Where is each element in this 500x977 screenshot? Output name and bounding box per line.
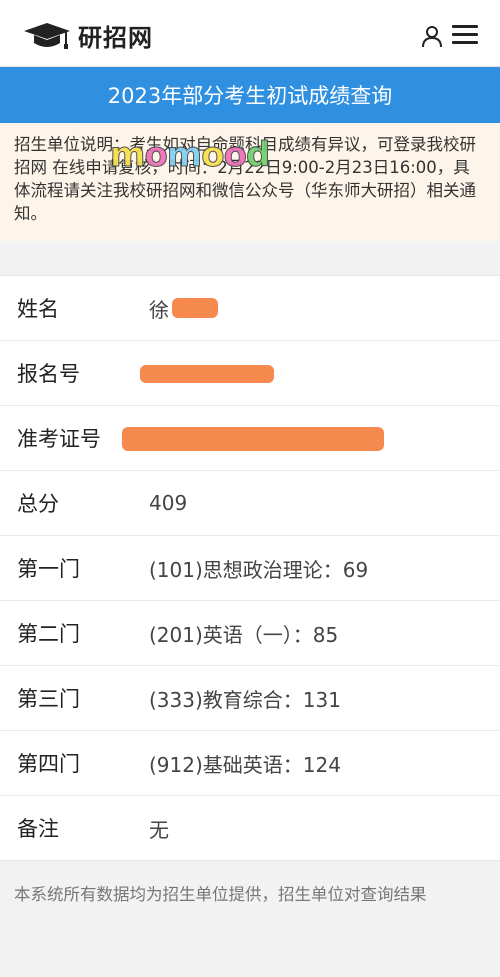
label-total-score: 总分 <box>17 492 59 516</box>
page-title: 2023年部分考生初试成绩查询 <box>107 84 393 108</box>
label-subject-3: 第三门 <box>17 687 80 711</box>
value-subject-1: (101)思想政治理论：69 <box>149 557 369 582</box>
row-subject-4: 第四门 (912)基础英语：124 <box>0 731 500 796</box>
site-logo[interactable]: 研招网 <box>22 18 153 53</box>
redaction-mark <box>140 365 274 383</box>
section-gap <box>0 241 500 275</box>
page-title-banner: 2023年部分考生初试成绩查询 <box>0 67 500 123</box>
graduation-cap-icon <box>22 21 72 51</box>
value-subject-4: (912)基础英语：124 <box>149 752 341 777</box>
redaction-mark <box>172 298 218 318</box>
hamburger-menu-icon[interactable] <box>452 25 478 45</box>
footer-text: 本系统所有数据均为招生单位提供，招生单位对查询结果 <box>14 885 427 904</box>
row-name: 姓名 徐 <box>0 275 500 341</box>
score-table: 姓名 徐 报名号 准考证号 总分 409 第一门 (101)思想政治理论：69 … <box>0 275 500 861</box>
label-subject-4: 第四门 <box>17 752 80 776</box>
watermark-logo: momood <box>109 135 270 175</box>
row-admission-ticket-number: 准考证号 <box>0 406 500 471</box>
label-subject-1: 第一门 <box>17 557 80 581</box>
value-name: 徐 <box>149 297 169 322</box>
top-navigation-bar: 研招网 <box>0 0 500 67</box>
label-registration-number: 报名号 <box>17 362 80 386</box>
footer-disclaimer: 本系统所有数据均为招生单位提供，招生单位对查询结果 <box>0 861 500 977</box>
row-remarks: 备注 无 <box>0 796 500 861</box>
value-subject-3: (333)教育综合：131 <box>149 687 341 712</box>
label-subject-2: 第二门 <box>17 622 80 646</box>
user-icon[interactable] <box>420 24 444 48</box>
row-registration-number: 报名号 <box>0 341 500 406</box>
value-subject-2: (201)英语（一）：85 <box>149 622 339 647</box>
row-subject-2: 第二门 (201)英语（一）：85 <box>0 601 500 666</box>
label-name: 姓名 <box>17 297 59 321</box>
redaction-mark <box>122 427 384 451</box>
row-subject-3: 第三门 (333)教育综合：131 <box>0 666 500 731</box>
row-total-score: 总分 409 <box>0 471 500 536</box>
row-subject-1: 第一门 (101)思想政治理论：69 <box>0 536 500 601</box>
admission-unit-notice: 招生单位说明：考生如对自命题科目成绩有异议，可登录我校研招网 在线申请复核，时间… <box>0 123 500 241</box>
value-total-score: 409 <box>149 491 188 515</box>
value-remarks: 无 <box>149 817 169 842</box>
site-name: 研招网 <box>78 24 153 52</box>
label-remarks: 备注 <box>17 817 59 841</box>
